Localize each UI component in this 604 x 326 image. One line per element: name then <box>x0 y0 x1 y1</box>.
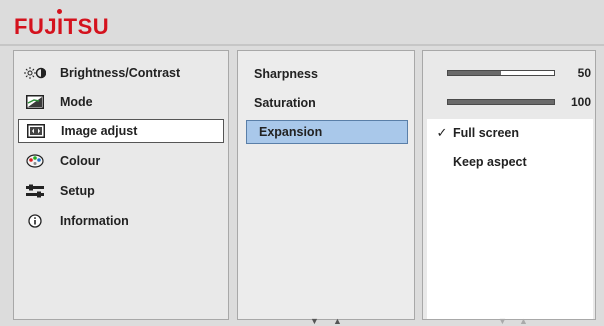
sub-item-sharpness[interactable]: Sharpness <box>242 62 408 86</box>
up-arrow-icon: ▲ <box>519 316 528 326</box>
brightness-contrast-icon <box>24 65 46 81</box>
fujitsu-logo: FUJITSU <box>14 9 109 38</box>
saturation-slider-fill <box>448 100 554 104</box>
logo-dot <box>57 9 62 14</box>
info-icon <box>24 213 46 229</box>
sub-item-expansion[interactable]: Expansion <box>246 120 408 144</box>
sub-item-label: Expansion <box>259 125 323 139</box>
values-panel: 50 100 ✓ Full screen Keep aspect <box>422 50 596 320</box>
colour-palette-icon <box>24 153 46 169</box>
check-icon: ✓ <box>436 125 448 140</box>
setup-sliders-icon <box>24 183 46 199</box>
menu-item-label: Information <box>60 214 129 228</box>
sharpness-value-row: 50 <box>423 62 595 86</box>
menu-item-setup[interactable]: Setup <box>18 179 224 203</box>
header-divider <box>0 44 604 46</box>
up-arrow-icon: ▲ <box>333 316 342 326</box>
option-full-screen[interactable]: ✓ Full screen <box>427 121 593 145</box>
mode-icon <box>24 94 46 110</box>
menu-item-image-adjust[interactable]: Image adjust <box>18 119 224 143</box>
sharpness-slider[interactable] <box>447 70 555 76</box>
menu-item-brightness-contrast[interactable]: Brightness/Contrast <box>18 61 224 85</box>
menu-item-label: Setup <box>60 184 95 198</box>
menu-item-mode[interactable]: Mode <box>18 90 224 114</box>
option-label: Full screen <box>453 126 519 140</box>
menu-item-label: Brightness/Contrast <box>60 66 181 80</box>
menu-item-label: Mode <box>60 95 93 109</box>
menu-item-information[interactable]: Information <box>18 209 224 233</box>
main-menu-panel: Brightness/Contrast Mode Image adjust Co… <box>13 50 229 320</box>
down-arrow-icon: ▼ <box>310 316 319 326</box>
image-adjust-icon <box>25 123 47 139</box>
option-label: Keep aspect <box>453 155 527 169</box>
navigation-hints: ▼ ▲ ▼ ▲ <box>0 316 604 326</box>
sub-item-saturation[interactable]: Saturation <box>242 91 408 115</box>
sub-menu-panel: Sharpness Saturation Expansion <box>237 50 415 320</box>
expansion-options-list: ✓ Full screen Keep aspect <box>427 119 593 319</box>
saturation-value: 100 <box>570 95 591 109</box>
sub-item-label: Sharpness <box>254 67 318 81</box>
saturation-value-row: 100 <box>423 91 595 115</box>
down-arrow-icon: ▼ <box>498 316 507 326</box>
menu-item-colour[interactable]: Colour <box>18 149 224 173</box>
option-keep-aspect[interactable]: Keep aspect <box>427 150 593 174</box>
menu-item-label: Image adjust <box>61 124 138 138</box>
sharpness-slider-fill <box>448 71 501 75</box>
sharpness-value: 50 <box>577 66 591 80</box>
sub-item-label: Saturation <box>254 96 316 110</box>
menu-item-label: Colour <box>60 154 101 168</box>
saturation-slider[interactable] <box>447 99 555 105</box>
